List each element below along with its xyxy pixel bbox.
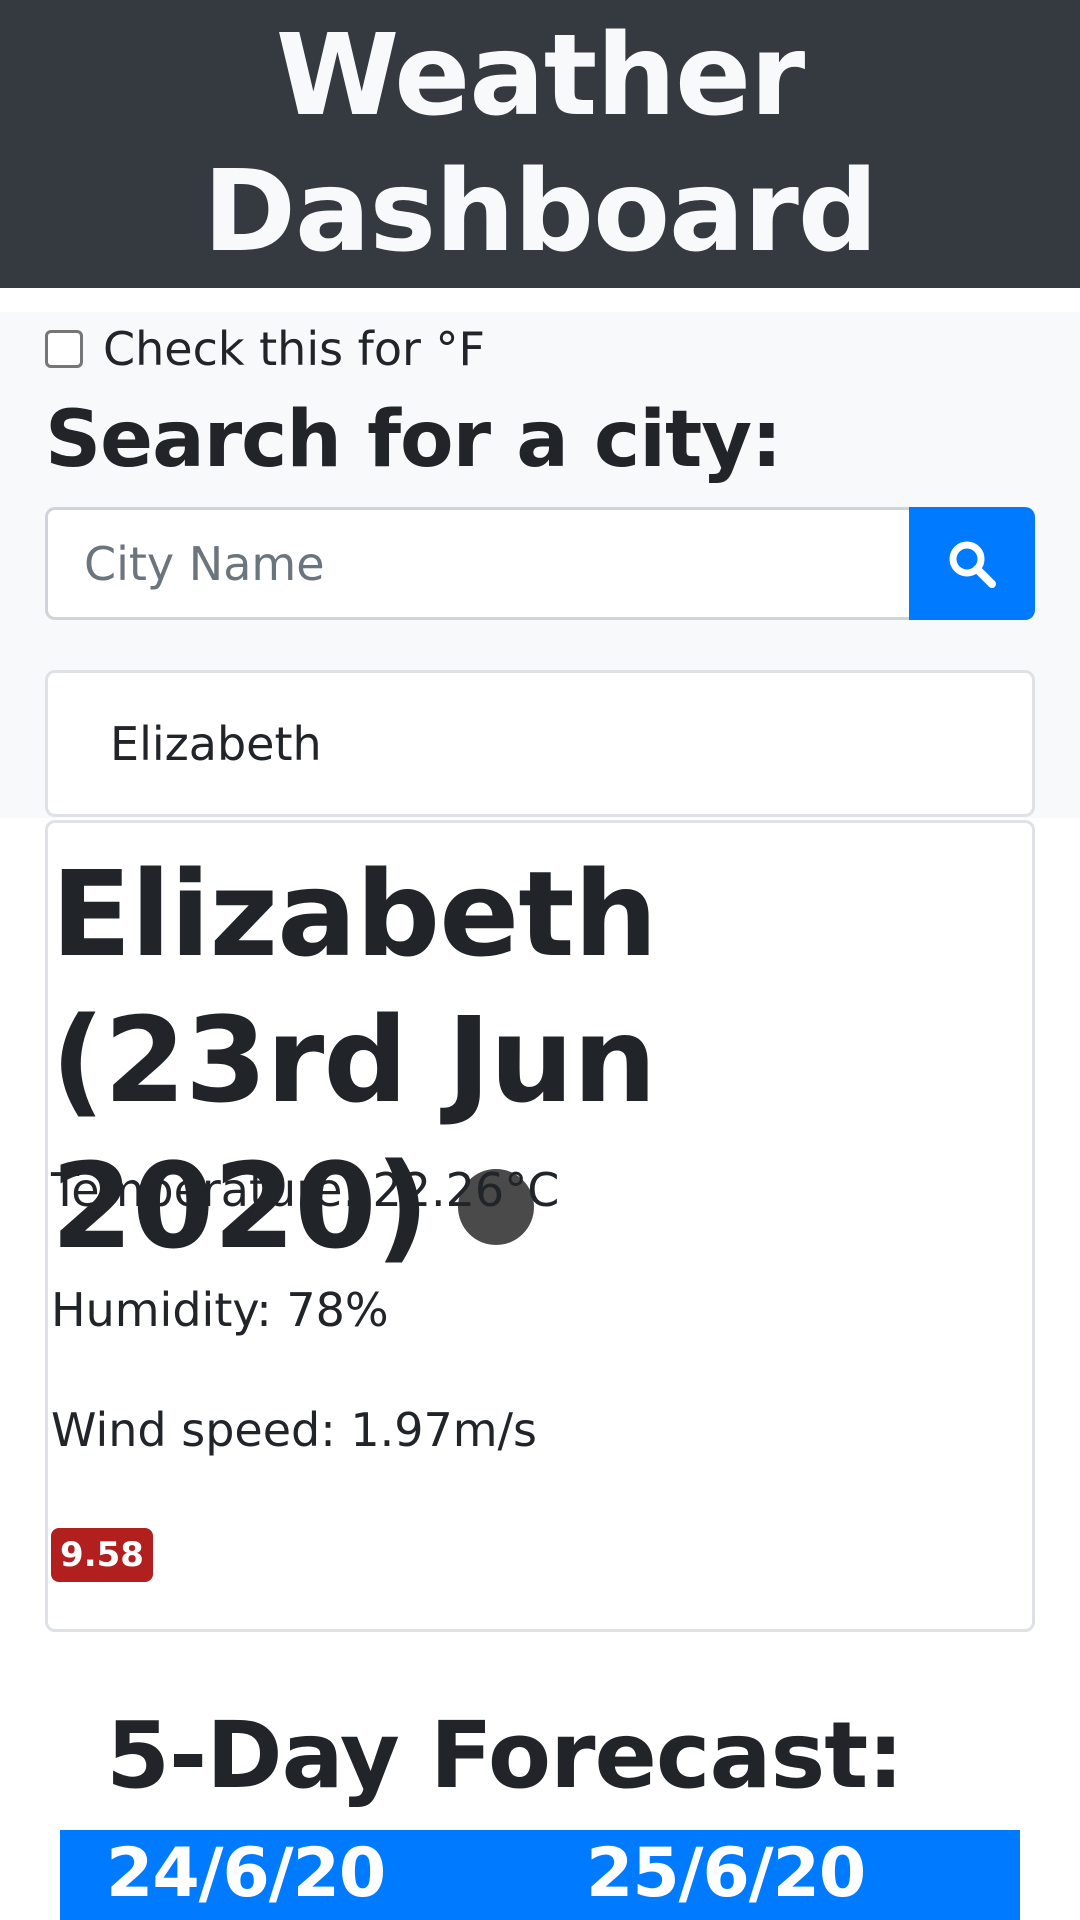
search-icon — [949, 541, 996, 588]
fahrenheit-label: Check this for °F — [103, 322, 486, 376]
current-weather-card: Elizabeth (23rd Jun 2020) Temperature: 2… — [45, 820, 1035, 1632]
history-item[interactable]: Elizabeth — [110, 717, 322, 771]
forecast-strip: 24/6/20 25/6/20 — [60, 1830, 1020, 1920]
forecast-date: 25/6/20 — [586, 1834, 866, 1913]
wind-speed-text: Wind speed: 1.97m/s — [51, 1403, 538, 1457]
search-history-list: Elizabeth — [45, 670, 1035, 817]
search-heading: Search for a city: — [45, 395, 782, 485]
fahrenheit-checkbox[interactable] — [45, 330, 83, 368]
page-title: Weather Dashboard — [202, 11, 878, 277]
uv-index-badge: 9.58 — [51, 1528, 153, 1582]
forecast-heading: 5-Day Forecast: — [106, 1702, 904, 1809]
city-search-input[interactable] — [45, 507, 911, 620]
temperature-text: Temperature: 22.26°C — [51, 1163, 560, 1217]
humidity-text: Humidity: 78% — [51, 1283, 389, 1337]
page-header: Weather Dashboard — [0, 0, 1080, 288]
forecast-date: 24/6/20 — [106, 1834, 386, 1913]
unit-toggle-row[interactable]: Check this for °F — [45, 322, 485, 376]
search-button[interactable] — [909, 507, 1035, 620]
